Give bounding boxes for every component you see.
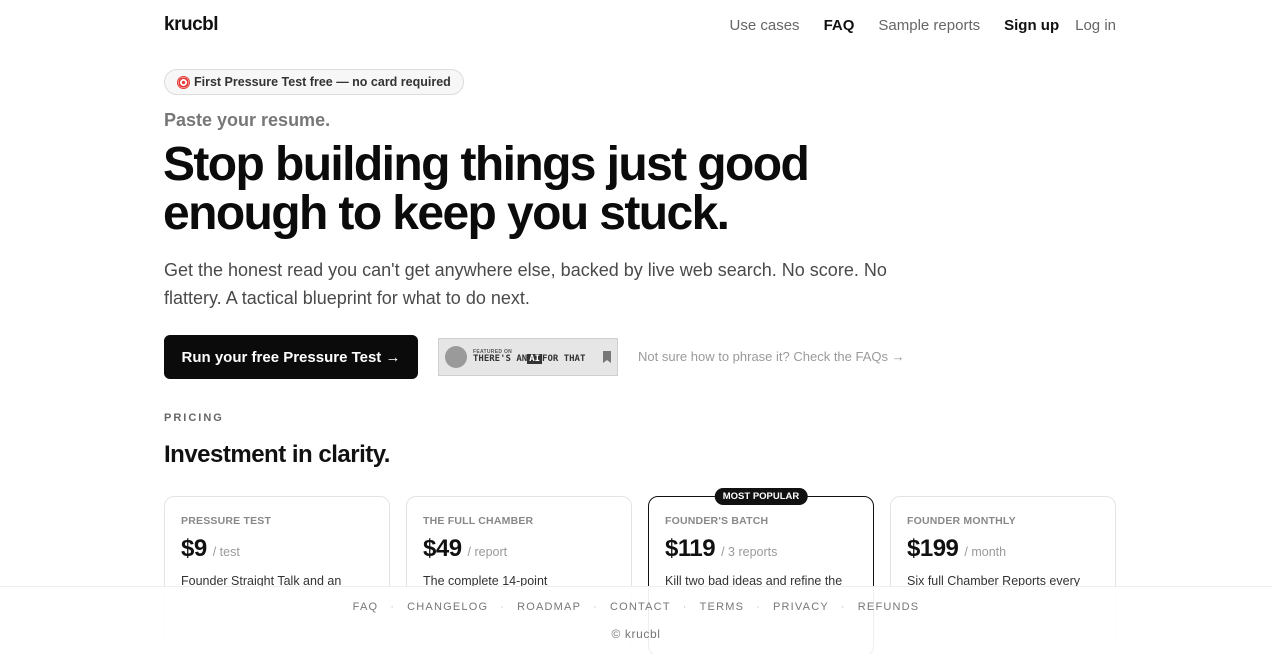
login-link[interactable]: Log in	[1075, 17, 1116, 34]
copyright: © krucbl	[611, 627, 661, 641]
faq-hint-link[interactable]: Not sure how to phrase it? Check the FAQ…	[638, 349, 905, 364]
hero-kicker: Paste your resume.	[164, 110, 331, 130]
bookmark-icon	[603, 351, 611, 363]
featured-post-text: FOR THAT	[542, 354, 586, 364]
plan-name: PRESSURE TEST	[181, 515, 272, 527]
footer-separator: ·	[500, 601, 506, 613]
hero-subheadline: Get the honest read you can't get anywhe…	[164, 260, 887, 308]
signup-link[interactable]: Sign up	[1004, 17, 1059, 34]
footer-link-roadmap[interactable]: ROADMAP	[517, 601, 581, 613]
footer-separator: ·	[756, 601, 761, 613]
featured-on-badge[interactable]: FEATURED ON THERE'S AN AI FOR THAT	[438, 338, 618, 376]
footer: FAQ · CHANGELOG · ROADMAP · CONTACT · TE…	[0, 586, 1272, 654]
plan-name: FOUNDER MONTHLY	[907, 515, 1016, 527]
footer-separator: ·	[840, 601, 846, 613]
plan-unit: / 3 reports	[721, 545, 778, 559]
plan-unit: / report	[467, 545, 508, 559]
badge-text: First Pressure Test free — no card requi…	[194, 75, 451, 89]
top-nav: krucbl Use cases FAQ Sample reports Sign…	[0, 0, 1272, 52]
pricing-label: PRICING	[164, 412, 224, 424]
plan-price: $9	[181, 535, 207, 562]
footer-links: FAQ · CHANGELOG · ROADMAP · CONTACT · TE…	[0, 601, 1272, 613]
plan-name: FOUNDER'S BATCH	[665, 515, 769, 527]
footer-separator: ·	[682, 601, 688, 613]
logo[interactable]: krucbl	[164, 14, 219, 36]
run-pressure-test-button[interactable]: Run your free Pressure Test →	[164, 335, 418, 379]
featured-pre-text: THERE'S AN	[473, 354, 528, 364]
footer-link-privacy[interactable]: PRIVACY	[773, 601, 829, 613]
plan-price: $49	[423, 535, 462, 562]
pricing-title: Investment in clarity.	[164, 441, 390, 468]
plan-unit: / month	[964, 545, 1007, 559]
footer-link-faq[interactable]: FAQ	[353, 601, 379, 613]
hero-headline: Stop building things just good enough to…	[163, 138, 810, 240]
plan-price: $199	[907, 535, 959, 562]
plan-name: THE FULL CHAMBER	[423, 515, 534, 527]
nav-link-sample-reports[interactable]: Sample reports	[878, 17, 980, 34]
nav-link-use-cases[interactable]: Use cases	[730, 17, 800, 34]
nav-links: Use cases FAQ Sample reports Sign up Log…	[730, 17, 1116, 34]
free-offer-badge: First Pressure Test free — no card requi…	[164, 69, 464, 95]
footer-separator: ·	[390, 601, 396, 613]
footer-link-terms[interactable]: TERMS	[700, 601, 745, 613]
nav-link-faq[interactable]: FAQ	[824, 17, 855, 34]
target-icon	[177, 75, 190, 89]
footer-link-refunds[interactable]: REFUNDS	[858, 601, 920, 613]
footer-separator: ·	[593, 601, 598, 613]
footer-link-contact[interactable]: CONTACT	[610, 601, 671, 613]
most-popular-badge: MOST POPULAR	[714, 488, 808, 505]
plan-unit: / test	[212, 545, 240, 559]
plan-price: $119	[665, 535, 716, 562]
featured-ai-text: AI	[527, 354, 543, 364]
flexed-arm-icon	[445, 346, 467, 368]
footer-link-changelog[interactable]: CHANGELOG	[407, 601, 488, 613]
